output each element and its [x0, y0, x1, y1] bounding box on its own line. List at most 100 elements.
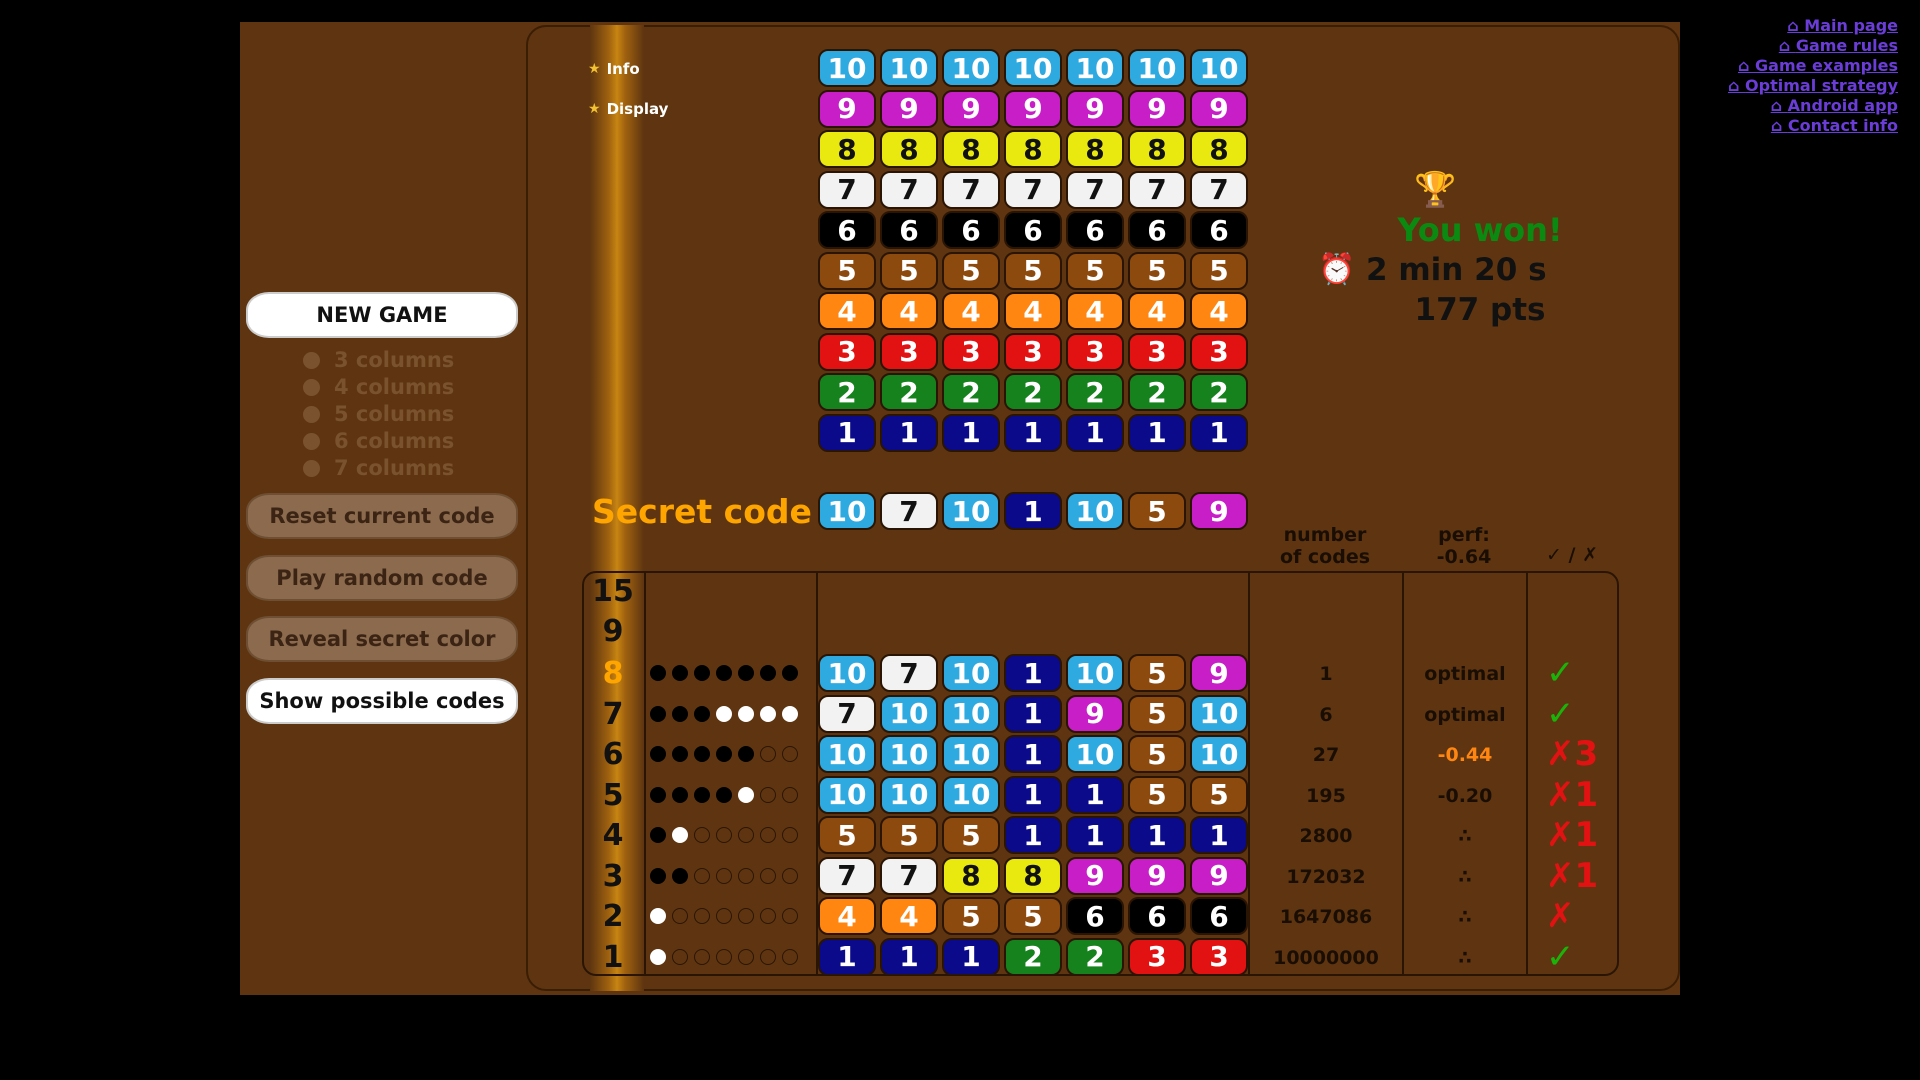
palette-peg-4[interactable]: 4	[880, 292, 938, 330]
palette-peg-4[interactable]: 4	[1066, 292, 1124, 330]
palette-peg-3[interactable]: 3	[1004, 332, 1062, 371]
new-game-button[interactable]: NEW GAME	[246, 292, 518, 338]
link-contact-info[interactable]: ⌂ Contact info	[1771, 116, 1898, 135]
palette-peg-9[interactable]: 9	[1066, 89, 1124, 128]
link-main-page[interactable]: ⌂ Main page	[1787, 16, 1898, 35]
feedback-pegs	[650, 948, 798, 965]
palette-peg-5[interactable]: 5	[880, 251, 938, 290]
palette-peg-4[interactable]: 4	[818, 292, 876, 330]
palette-peg-2[interactable]: 2	[818, 373, 876, 411]
palette-peg-7[interactable]: 7	[1190, 170, 1248, 209]
palette-peg-5[interactable]: 5	[942, 251, 1000, 290]
palette-peg-7[interactable]: 7	[1004, 170, 1062, 209]
menu-display[interactable]: ★ Display	[588, 100, 668, 118]
palette-peg-8[interactable]: 8	[818, 130, 876, 168]
palette-peg-7[interactable]: 7	[818, 170, 876, 209]
palette-peg-1[interactable]: 1	[1128, 413, 1186, 452]
palette-peg-3[interactable]: 3	[1190, 332, 1248, 371]
palette-peg-9[interactable]: 9	[818, 89, 876, 128]
palette-peg-8[interactable]: 8	[942, 130, 1000, 168]
palette-peg-8[interactable]: 8	[1066, 130, 1124, 168]
palette-peg-1[interactable]: 1	[1004, 413, 1062, 452]
palette-peg-9[interactable]: 9	[1190, 89, 1248, 128]
palette-peg-4[interactable]: 4	[1128, 292, 1186, 330]
palette-peg-2[interactable]: 2	[1128, 373, 1186, 411]
palette-peg-1[interactable]: 1	[818, 413, 876, 452]
palette-peg-7[interactable]: 7	[942, 170, 1000, 209]
table-divider	[1526, 571, 1528, 976]
palette-peg-6[interactable]: 6	[1190, 211, 1248, 249]
palette-peg-4[interactable]: 4	[1190, 292, 1248, 330]
empty-feedback-dot	[782, 786, 798, 803]
palette-peg-6[interactable]: 6	[1066, 211, 1124, 249]
palette-peg-6[interactable]: 6	[880, 211, 938, 249]
guess-peg: 6	[1190, 897, 1248, 935]
random-code-button[interactable]: Play random code	[246, 555, 518, 601]
palette-peg-7[interactable]: 7	[880, 170, 938, 209]
option-3-columns[interactable]: 3 columns	[303, 348, 454, 372]
palette-peg-10[interactable]: 10	[1004, 49, 1062, 87]
palette-peg-2[interactable]: 2	[880, 373, 938, 411]
white-feedback-dot	[716, 705, 732, 722]
guess-peg: 6	[1066, 897, 1124, 935]
guess-peg: 5	[1128, 694, 1186, 733]
palette-peg-6[interactable]: 6	[1004, 211, 1062, 249]
empty-feedback-dot	[694, 948, 710, 965]
palette-peg-4[interactable]: 4	[942, 292, 1000, 330]
palette-peg-5[interactable]: 5	[1128, 251, 1186, 290]
option-7-columns[interactable]: 7 columns	[303, 456, 454, 480]
palette-peg-2[interactable]: 2	[942, 373, 1000, 411]
black-feedback-dot	[716, 665, 732, 681]
palette-peg-9[interactable]: 9	[1128, 89, 1186, 128]
palette-peg-2[interactable]: 2	[1066, 373, 1124, 411]
palette-peg-10[interactable]: 10	[1128, 49, 1186, 87]
palette-peg-5[interactable]: 5	[818, 251, 876, 290]
palette-peg-2[interactable]: 2	[1004, 373, 1062, 411]
palette-peg-8[interactable]: 8	[1004, 130, 1062, 168]
link-optimal-strategy[interactable]: ⌂ Optimal strategy	[1728, 76, 1898, 95]
palette-peg-10[interactable]: 10	[1066, 49, 1124, 87]
palette-peg-10[interactable]: 10	[942, 49, 1000, 87]
palette-peg-9[interactable]: 9	[880, 89, 938, 128]
menu-info[interactable]: ★ Info	[588, 60, 640, 78]
palette-peg-4[interactable]: 4	[1004, 292, 1062, 330]
palette-peg-10[interactable]: 10	[818, 49, 876, 87]
guess-peg: 7	[818, 856, 876, 895]
palette-peg-8[interactable]: 8	[1190, 130, 1248, 168]
palette-peg-9[interactable]: 9	[942, 89, 1000, 128]
option-6-columns[interactable]: 6 columns	[303, 429, 454, 453]
palette-peg-1[interactable]: 1	[1190, 413, 1248, 452]
link-game-examples[interactable]: ⌂ Game examples	[1738, 56, 1898, 75]
palette-peg-6[interactable]: 6	[1128, 211, 1186, 249]
palette-peg-2[interactable]: 2	[1190, 373, 1248, 411]
palette-peg-3[interactable]: 3	[1128, 332, 1186, 371]
palette-peg-1[interactable]: 1	[1066, 413, 1124, 452]
palette-peg-3[interactable]: 3	[818, 332, 876, 371]
reset-code-button[interactable]: Reset current code	[246, 493, 518, 539]
palette-peg-1[interactable]: 1	[942, 413, 1000, 452]
palette-peg-7[interactable]: 7	[1128, 170, 1186, 209]
link-game-rules[interactable]: ⌂ Game rules	[1779, 36, 1898, 55]
reveal-color-button[interactable]: Reveal secret color	[246, 616, 518, 662]
link-android-app[interactable]: ⌂ Android app	[1771, 96, 1898, 115]
palette-peg-8[interactable]: 8	[1128, 130, 1186, 168]
palette-peg-3[interactable]: 3	[880, 332, 938, 371]
palette-peg-3[interactable]: 3	[1066, 332, 1124, 371]
palette-peg-8[interactable]: 8	[880, 130, 938, 168]
palette-peg-6[interactable]: 6	[942, 211, 1000, 249]
palette-peg-10[interactable]: 10	[1190, 49, 1248, 87]
option-5-columns[interactable]: 5 columns	[303, 402, 454, 426]
palette-peg-1[interactable]: 1	[880, 413, 938, 452]
palette-peg-10[interactable]: 10	[880, 49, 938, 87]
palette-peg-5[interactable]: 5	[1066, 251, 1124, 290]
palette-peg-3[interactable]: 3	[942, 332, 1000, 371]
won-text: You won!	[1397, 211, 1563, 249]
palette-peg-5[interactable]: 5	[1004, 251, 1062, 290]
show-codes-button[interactable]: Show possible codes	[246, 678, 518, 724]
palette-peg-5[interactable]: 5	[1190, 251, 1248, 290]
white-feedback-dot	[782, 705, 798, 722]
palette-peg-9[interactable]: 9	[1004, 89, 1062, 128]
palette-peg-7[interactable]: 7	[1066, 170, 1124, 209]
option-4-columns[interactable]: 4 columns	[303, 375, 454, 399]
palette-peg-6[interactable]: 6	[818, 211, 876, 249]
